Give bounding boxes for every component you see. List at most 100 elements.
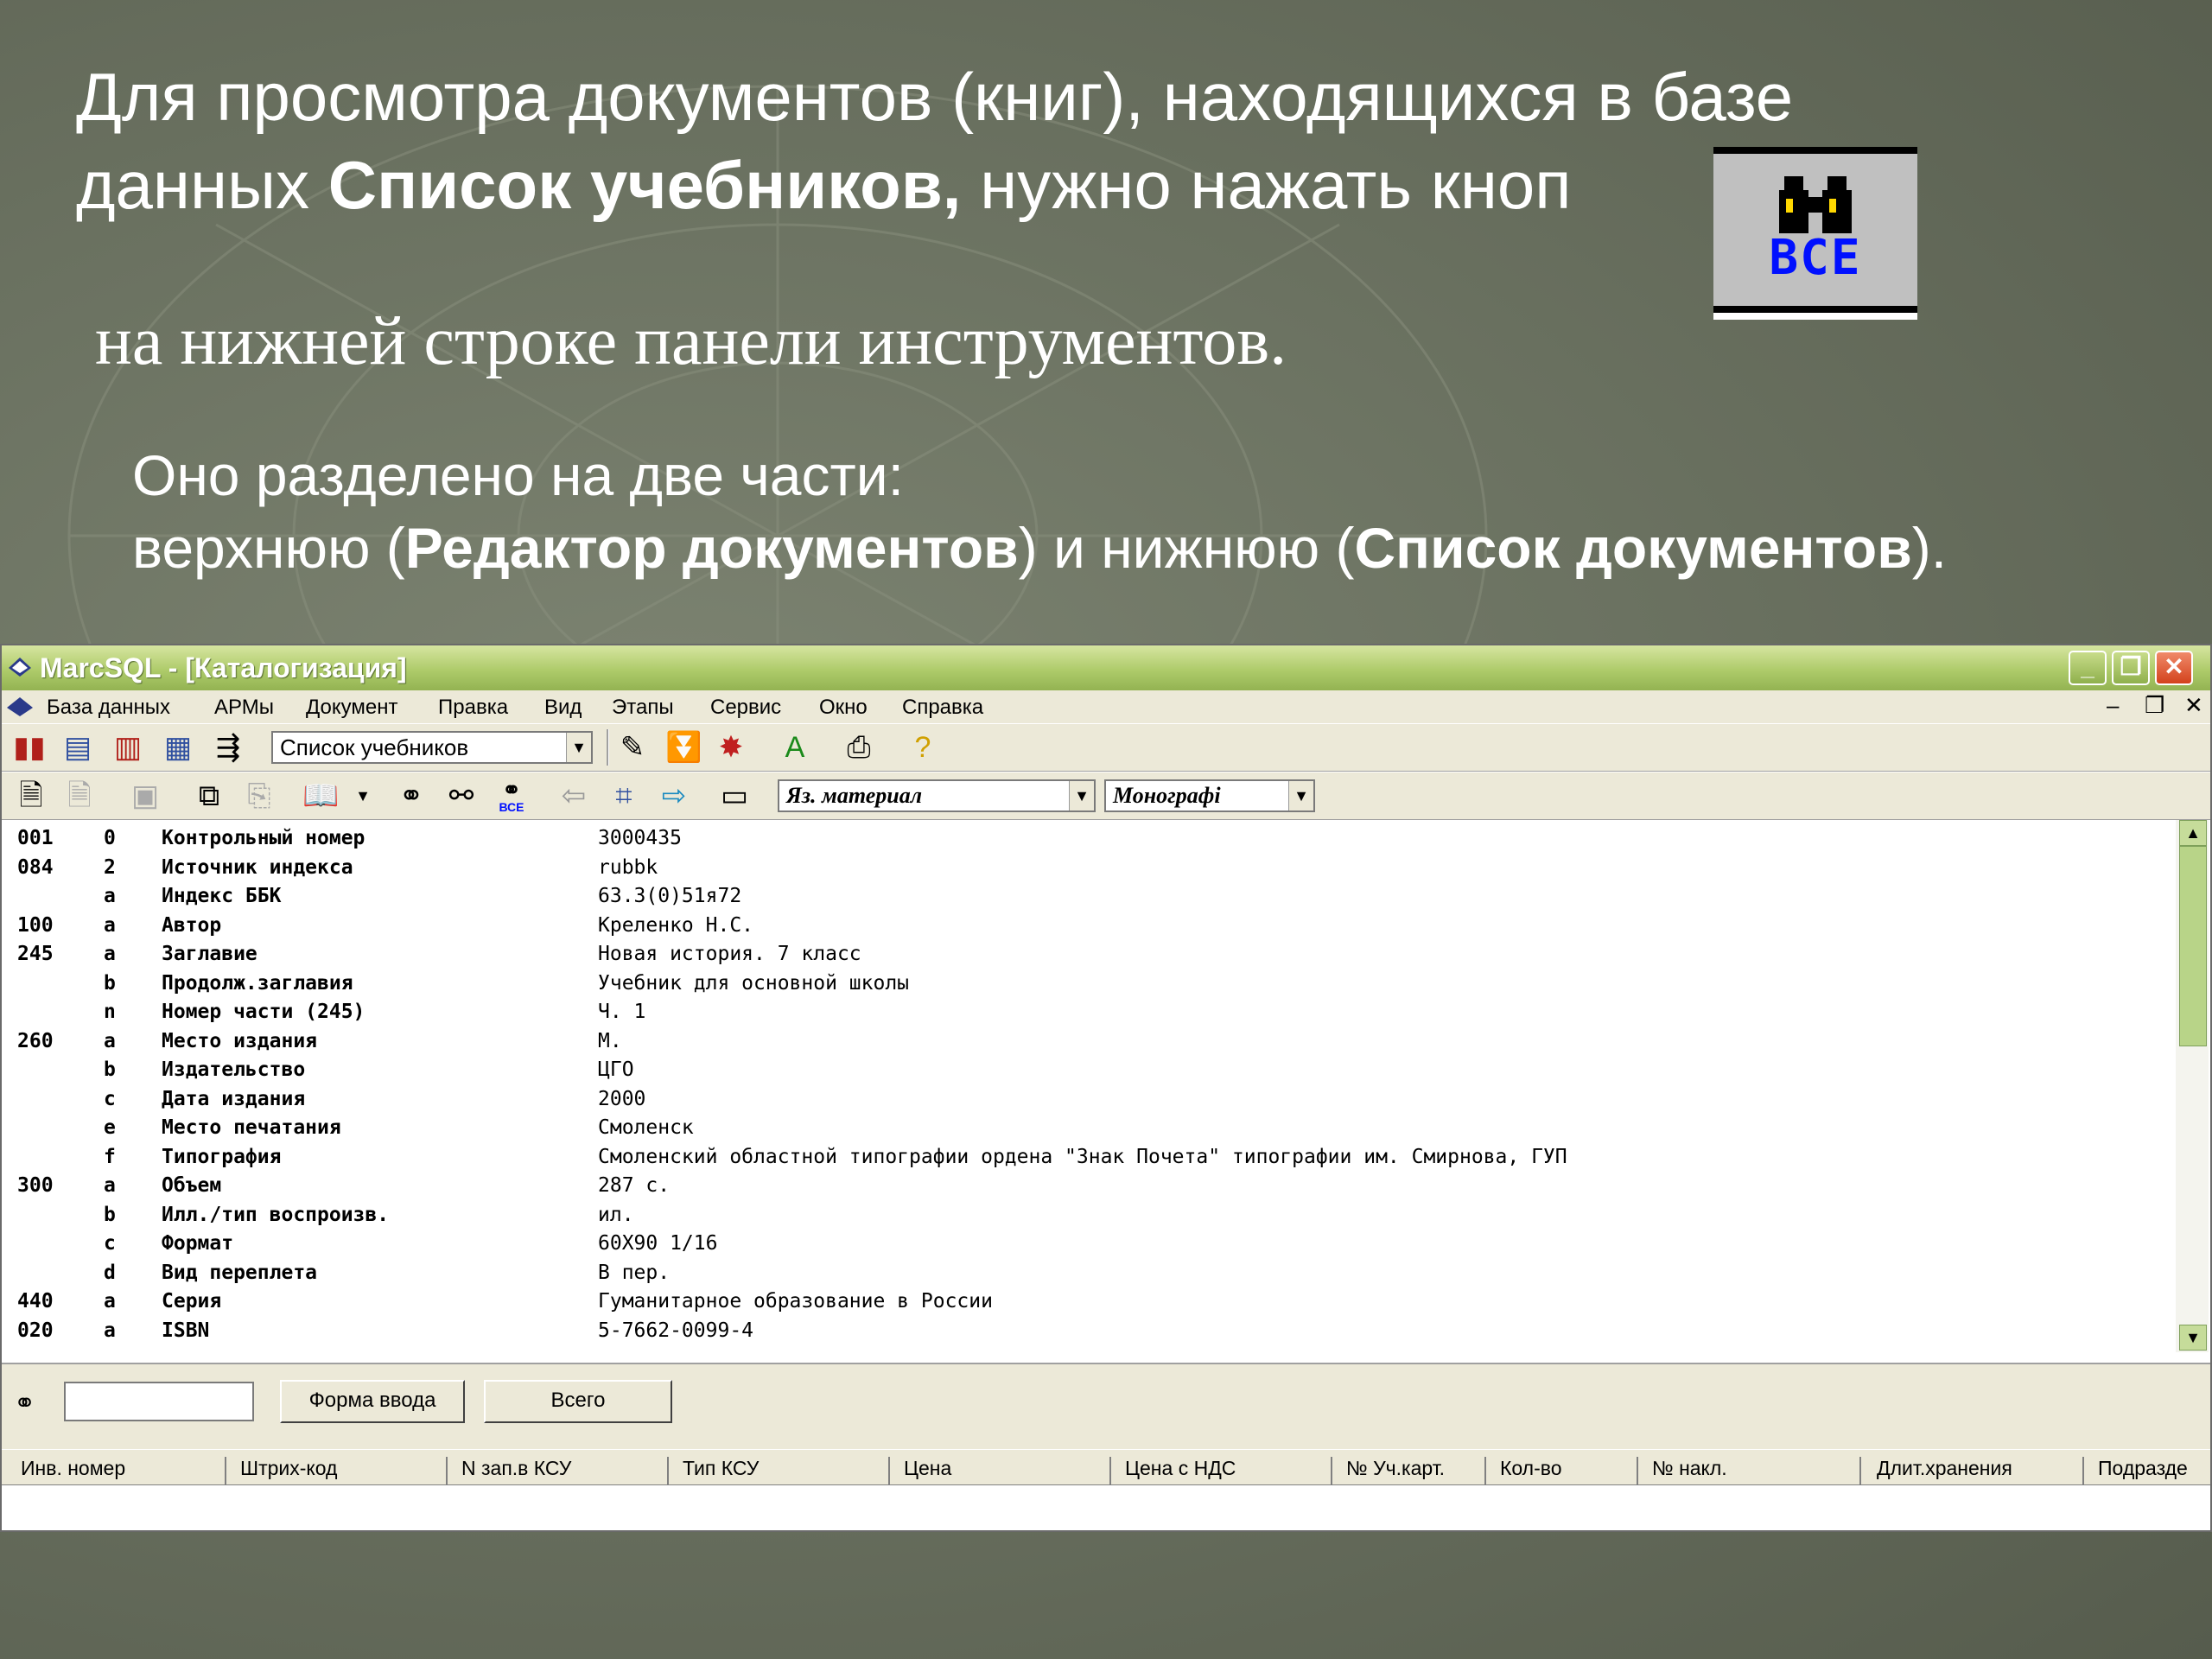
- field-value[interactable]: rubbk: [598, 856, 658, 879]
- field-row[interactable]: 001 0 Контрольный номер 3000435: [2, 827, 2162, 856]
- mdi-restore-button[interactable]: ❐: [2145, 692, 2164, 719]
- scroll-up-icon[interactable]: ▲: [2179, 820, 2207, 846]
- menu-window[interactable]: Окно: [819, 696, 868, 720]
- field-row[interactable]: 245 a Заглавие Новая история. 7 класс: [2, 943, 2162, 972]
- filter-icon[interactable]: ⏬: [665, 731, 702, 764]
- font-icon[interactable]: A: [778, 731, 812, 764]
- field-value[interactable]: Учебник для основной школы: [598, 972, 909, 995]
- field-value[interactable]: М.: [598, 1030, 622, 1052]
- field-value[interactable]: 2000: [598, 1088, 645, 1110]
- field-value[interactable]: 63.3(0)51я72: [598, 885, 741, 907]
- field-value[interactable]: Гуманитарное образование в России: [598, 1290, 993, 1313]
- menu-stages[interactable]: Этапы: [612, 696, 674, 720]
- database-select[interactable]: Список учебников ▼: [271, 731, 593, 764]
- column-header[interactable]: Подразде: [2086, 1457, 2210, 1484]
- field-value[interactable]: Креленко Н.С.: [598, 914, 753, 937]
- field-row[interactable]: a Индекс ББК 63.3(0)51я72: [2, 885, 2162, 914]
- column-header[interactable]: Инв. номер: [9, 1457, 226, 1484]
- column-header[interactable]: Штрих-код: [228, 1457, 448, 1484]
- field-row[interactable]: c Формат 60X90 1/16: [2, 1232, 2162, 1262]
- search-input[interactable]: [64, 1382, 254, 1421]
- field-row[interactable]: b Продолж.заглавия Учебник для основной шк…: [2, 972, 2162, 1001]
- editor-scrollbar[interactable]: ▲ ▼: [2176, 820, 2209, 1352]
- field-value[interactable]: Новая история. 7 класс: [598, 943, 861, 965]
- arrow-left-icon[interactable]: ⇦: [556, 779, 591, 812]
- field-row[interactable]: 020 a ISBN 5-7662-0099-4: [2, 1319, 2162, 1349]
- type-select[interactable]: Монографі ▼: [1104, 779, 1315, 812]
- maximize-button[interactable]: ❐: [2112, 651, 2150, 685]
- field-row[interactable]: c Дата издания 2000: [2, 1088, 2162, 1117]
- field-row[interactable]: f Типография Смоленский областной типограф…: [2, 1146, 2162, 1175]
- books-icon[interactable]: ▮▮: [12, 731, 47, 764]
- field-row[interactable]: b Илл./тип воспроизв. ил.: [2, 1204, 2162, 1233]
- field-row[interactable]: e Место печатания Смоленск: [2, 1116, 2162, 1146]
- field-row[interactable]: 260 a Место издания М.: [2, 1030, 2162, 1059]
- column-header[interactable]: Цена с НДС: [1113, 1457, 1332, 1484]
- field-row[interactable]: d Вид переплета В пер.: [2, 1262, 2162, 1291]
- copy-icon[interactable]: ⧉: [192, 779, 226, 812]
- field-value[interactable]: Смоленский областной типографии ордена "…: [598, 1146, 1567, 1168]
- menu-view[interactable]: Вид: [544, 696, 582, 720]
- arrow-right-icon[interactable]: ⇨: [657, 779, 691, 812]
- field-value[interactable]: ЦГО: [598, 1058, 634, 1081]
- field-row[interactable]: b Издательство ЦГО: [2, 1058, 2162, 1088]
- column-header[interactable]: Тип КСУ: [671, 1457, 890, 1484]
- new-document-icon[interactable]: 🗎: [14, 779, 48, 812]
- save-icon[interactable]: ▣: [128, 779, 162, 812]
- binoculars-icon[interactable]: ⚭: [394, 779, 429, 812]
- menu-arms[interactable]: АРМы: [214, 696, 274, 720]
- form-icon[interactable]: ▭: [717, 779, 752, 812]
- column-header[interactable]: N зап.в КСУ: [449, 1457, 669, 1484]
- close-button[interactable]: ✕: [2155, 651, 2193, 685]
- document-editor[interactable]: 001 0 Контрольный номер 3000435 084 2 Источник…: [2, 820, 2171, 1352]
- goto-record-icon[interactable]: ⌗: [607, 779, 641, 812]
- document-list-body[interactable]: [2, 1485, 2210, 1530]
- input-form-button[interactable]: Форма ввода: [280, 1380, 465, 1423]
- column-header[interactable]: № накл.: [1640, 1457, 1861, 1484]
- field-value[interactable]: 287 с.: [598, 1174, 670, 1197]
- export-icon[interactable]: ⇶: [211, 731, 245, 764]
- menu-edit[interactable]: Правка: [438, 696, 508, 720]
- field-value[interactable]: ил.: [598, 1204, 634, 1226]
- traffic-light-icon[interactable]: ✸: [714, 731, 748, 764]
- book-view-icon[interactable]: 📖: [302, 779, 339, 812]
- column-header[interactable]: Длит.хранения: [1863, 1457, 2084, 1484]
- column-header[interactable]: Кол-во: [1488, 1457, 1638, 1484]
- paste-icon[interactable]: ⎘: [242, 779, 276, 812]
- mdi-minimize-button[interactable]: –: [2107, 692, 2119, 719]
- help-icon[interactable]: ?: [906, 731, 940, 764]
- database-stack-icon[interactable]: ▥: [111, 731, 145, 764]
- field-value[interactable]: 5-7662-0099-4: [598, 1319, 753, 1342]
- menu-help[interactable]: Справка: [902, 696, 983, 720]
- chevron-down-icon[interactable]: ▼: [346, 779, 380, 812]
- menu-database[interactable]: База данных: [47, 696, 170, 720]
- mdi-close-button[interactable]: ✕: [2184, 692, 2203, 719]
- delete-document-icon[interactable]: 🗎: [62, 779, 97, 812]
- total-button[interactable]: Всего: [484, 1380, 672, 1423]
- column-header[interactable]: № Уч.карт.: [1334, 1457, 1486, 1484]
- menu-service[interactable]: Сервис: [710, 696, 781, 720]
- stack-icon[interactable]: ▤: [60, 731, 95, 764]
- bookshelf-icon[interactable]: ▦: [161, 731, 195, 764]
- print-icon[interactable]: ⎙: [842, 731, 876, 764]
- binoculars-search-icon[interactable]: ⚯: [444, 779, 479, 812]
- minimize-button[interactable]: _: [2069, 651, 2107, 685]
- field-row[interactable]: 100 a Автор Креленко Н.С.: [2, 914, 2162, 944]
- field-value[interactable]: В пер.: [598, 1262, 670, 1284]
- field-value[interactable]: 3000435: [598, 827, 682, 849]
- vse-button[interactable]: ⚭ ВСЕ: [494, 779, 529, 814]
- pointer-icon[interactable]: ✎: [615, 731, 650, 764]
- column-header[interactable]: Цена: [892, 1457, 1111, 1484]
- field-value[interactable]: Смоленск: [598, 1116, 694, 1139]
- search-binoculars-icon[interactable]: ⚭: [14, 1389, 48, 1420]
- field-row[interactable]: n Номер части (245) Ч. 1: [2, 1001, 2162, 1030]
- field-row[interactable]: 300 a Объем 287 с.: [2, 1174, 2162, 1204]
- field-row[interactable]: 084 2 Источник индекса rubbk: [2, 856, 2162, 886]
- language-select[interactable]: Яз. материал ▼: [778, 779, 1096, 812]
- title-bar[interactable]: MarcSQL - [Каталогизация] _ ❐ ✕: [2, 645, 2210, 690]
- scroll-down-icon[interactable]: ▼: [2179, 1325, 2207, 1351]
- field-value[interactable]: 60X90 1/16: [598, 1232, 717, 1255]
- field-value[interactable]: Ч. 1: [598, 1001, 645, 1023]
- scroll-thumb[interactable]: [2179, 846, 2207, 1046]
- menu-document[interactable]: Документ: [306, 696, 397, 720]
